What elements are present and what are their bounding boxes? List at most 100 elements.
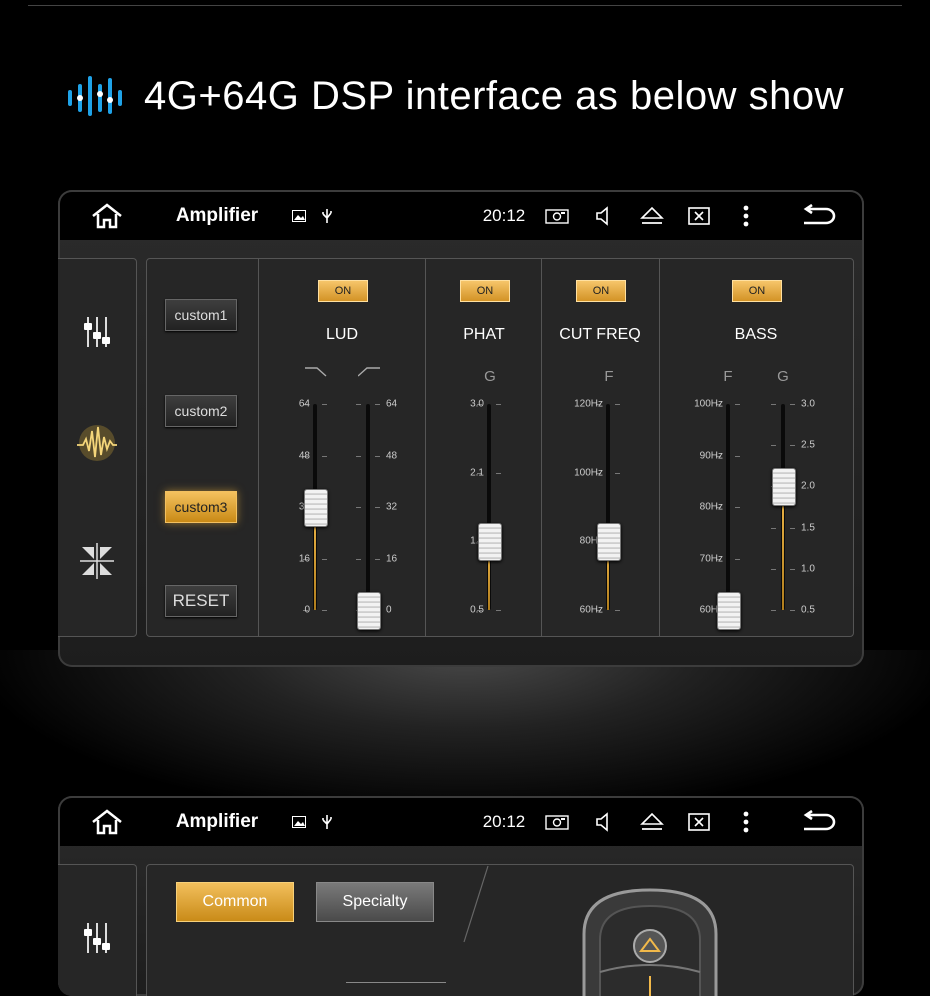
tab-specialty[interactable]: Specialty <box>316 882 434 922</box>
back-icon[interactable] <box>798 192 838 240</box>
slider-tick-label: 2.5 <box>801 439 815 451</box>
image-icon <box>290 798 308 846</box>
image-icon <box>290 192 308 240</box>
equalizer-icon[interactable] <box>58 921 136 955</box>
equalizer-icon[interactable] <box>58 315 136 349</box>
slider-tick <box>496 610 501 611</box>
status-bar: Amplifier 20:12 <box>60 798 862 846</box>
app-title: Amplifier <box>175 205 259 226</box>
tab-common[interactable]: Common <box>176 882 294 922</box>
lud-high-slider-knob[interactable] <box>357 592 381 630</box>
headline: 4G+64G DSP interface as below show <box>66 68 844 124</box>
close-box-icon[interactable] <box>686 192 712 240</box>
slider-tick <box>735 558 740 560</box>
bass-f-slider-track[interactable] <box>726 404 730 610</box>
app-title: Amplifier <box>175 811 259 832</box>
slider-tick-label: 16 <box>298 553 310 564</box>
slider-tick-label: 0.5 <box>470 604 484 616</box>
cut-freq-f-slider-knob[interactable] <box>597 523 621 562</box>
bass-freq-label: F <box>723 368 733 385</box>
bass-gain-label: G <box>777 368 789 385</box>
slider-tick <box>375 404 380 405</box>
low-shelf-curve-icon <box>305 367 327 377</box>
slider-tick <box>356 507 361 508</box>
sidebar <box>58 258 137 637</box>
bass-g-slider-knob[interactable] <box>772 468 796 507</box>
screenshot-icon[interactable] <box>542 192 572 240</box>
slider-tick-label: 64 <box>386 398 398 410</box>
eject-icon[interactable] <box>638 798 666 846</box>
eject-icon[interactable] <box>638 192 666 240</box>
balance-icon[interactable] <box>58 543 136 579</box>
cut-freq-on-button[interactable]: ON <box>576 280 626 302</box>
slider-tick <box>615 610 620 611</box>
volume-icon[interactable] <box>592 798 616 846</box>
slider-tick-label: 48 <box>298 450 310 461</box>
slider-tick <box>322 404 327 405</box>
slider-tick <box>771 610 776 611</box>
bass-label: BASS <box>734 326 778 343</box>
slider-tick-label: 60Hz <box>579 604 603 616</box>
phat-label: PHAT <box>463 326 505 343</box>
more-icon[interactable] <box>736 192 756 240</box>
close-box-icon[interactable] <box>686 798 712 846</box>
slider-tick <box>496 472 501 474</box>
slider-tick <box>735 455 740 457</box>
slider-tick <box>375 558 380 560</box>
lud-label: LUD <box>325 326 359 343</box>
slider-tick <box>735 404 740 405</box>
slider-tick <box>790 568 795 570</box>
slider-tick <box>615 404 620 405</box>
slider-tick-label: 2.1 <box>470 467 484 479</box>
bass-f-slider-knob[interactable] <box>717 592 741 630</box>
clock-time: 20:12 <box>482 206 526 225</box>
home-icon[interactable] <box>84 798 130 846</box>
slider-tick-label: 48 <box>386 450 398 461</box>
lud-on-button[interactable]: ON <box>318 280 368 302</box>
more-icon[interactable] <box>736 798 756 846</box>
divider <box>659 259 660 636</box>
slider-tick <box>771 568 776 570</box>
slider-tick-label: 90Hz <box>699 450 723 461</box>
lud-low-slider-knob[interactable] <box>304 489 328 527</box>
slider-tick-label: 100Hz <box>694 398 723 410</box>
bass-on-button[interactable]: ON <box>732 280 782 302</box>
slider-tick-label: 0.5 <box>801 604 815 616</box>
slider-tick-label: 16 <box>386 553 398 564</box>
usb-icon <box>318 192 336 240</box>
slider-tick <box>496 404 501 405</box>
slider-tick <box>790 404 795 405</box>
phat-on-button[interactable]: ON <box>460 280 510 302</box>
high-shelf-curve-icon <box>358 367 380 377</box>
cut-freq-freq-label: F <box>604 368 614 385</box>
slider-tick <box>322 558 327 560</box>
phat-g-slider-knob[interactable] <box>478 523 502 562</box>
preset-custom1-button[interactable]: custom1 <box>165 299 237 331</box>
preset-custom2-button[interactable]: custom2 <box>165 395 237 427</box>
sound-wave-icon[interactable] <box>58 421 136 465</box>
reset-button[interactable]: RESET <box>165 585 237 617</box>
usb-icon <box>318 798 336 846</box>
slider-tick <box>356 404 361 405</box>
slider-tick-label: 3.0 <box>470 398 484 410</box>
slider-tick-label: 64 <box>298 398 310 410</box>
home-icon[interactable] <box>84 192 130 240</box>
slider-tick <box>771 404 776 405</box>
clock-time: 20:12 <box>482 812 526 831</box>
phat-gain-label: G <box>484 368 496 385</box>
back-icon[interactable] <box>798 798 838 846</box>
panel-slash-decoration <box>463 865 489 943</box>
slider-tick-label: 1.0 <box>801 563 815 575</box>
preset-custom3-button[interactable]: custom3 <box>165 491 237 523</box>
slider-tick-label: 3.0 <box>801 398 815 410</box>
slider-tick-label: 32 <box>386 501 398 513</box>
top-divider <box>28 5 902 6</box>
slider-tick-label: 120Hz <box>574 398 603 410</box>
volume-icon[interactable] <box>592 192 616 240</box>
screenshot-icon[interactable] <box>542 798 572 846</box>
status-bar: Amplifier 20:12 <box>60 192 862 240</box>
slider-tick-label: 0 <box>304 604 310 616</box>
lud-high-slider-track[interactable] <box>366 404 370 610</box>
slider-tick <box>615 472 620 474</box>
slider-tick <box>375 507 380 508</box>
